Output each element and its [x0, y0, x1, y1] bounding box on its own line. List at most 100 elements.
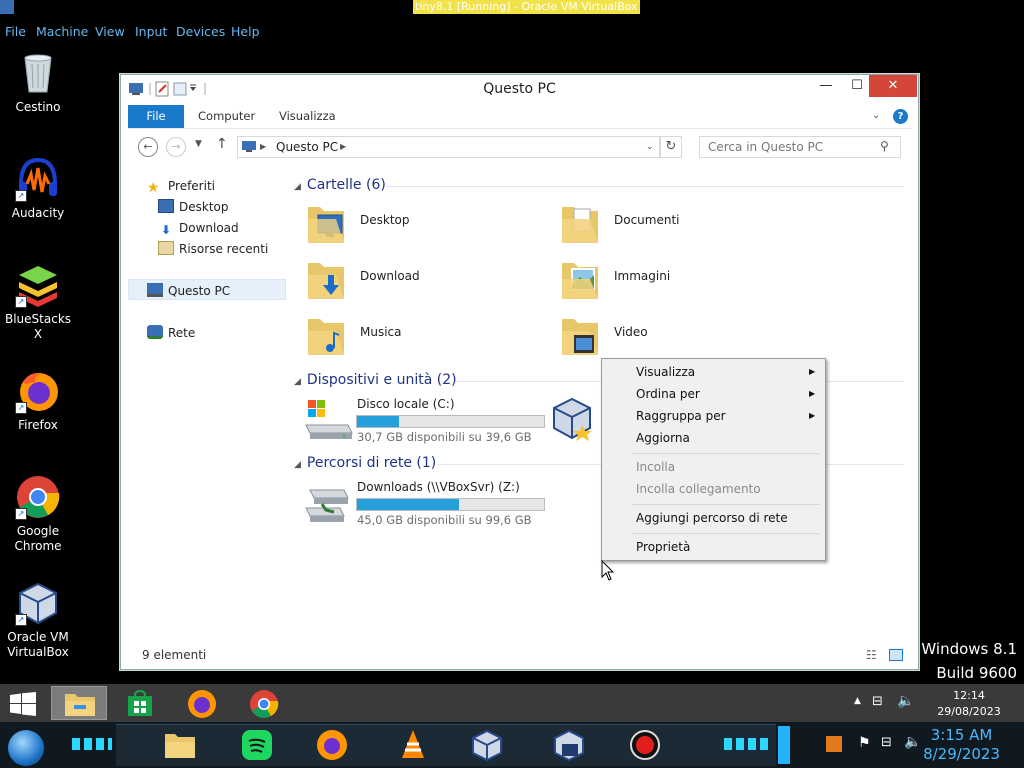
nav-network[interactable]: Rete — [147, 324, 195, 342]
vbox-menu-help[interactable]: Help — [231, 22, 260, 42]
tab-computer[interactable]: Computer — [185, 105, 268, 128]
dock-vlc[interactable] — [396, 728, 430, 762]
nav-item-label: Download — [179, 221, 239, 235]
desktop-icon-chrome[interactable]: ↗ Google Chrome — [0, 474, 76, 554]
up-button[interactable]: ↑ — [216, 136, 228, 152]
folder-download[interactable]: Download — [294, 255, 534, 305]
dock-virtualbox[interactable] — [470, 728, 504, 762]
window-title-bar[interactable]: Questo PC — ☐ ✕ — [121, 75, 918, 105]
store-icon — [128, 690, 152, 716]
vbox-menu-view[interactable]: View — [95, 22, 125, 42]
tray-app-icon[interactable] — [826, 736, 842, 752]
host-clock[interactable]: 3:15 AM 8/29/2023 — [923, 726, 1000, 764]
desktop-icon-virtualbox[interactable]: ↗ Oracle VM VirtualBox — [0, 580, 76, 660]
volume-icon[interactable]: 🔈 — [904, 734, 921, 750]
recent-locations-chevron-icon[interactable]: ▼ — [195, 139, 202, 149]
folder-video[interactable]: Video — [548, 311, 788, 361]
folder-documenti[interactable]: Documenti — [548, 199, 788, 249]
ctx-aggiorna[interactable]: Aggiorna — [636, 428, 690, 448]
ctx-incolla-collegamento[interactable]: Incolla collegamento — [636, 479, 761, 499]
record-icon — [630, 730, 660, 760]
nav-favorites-label: Preferiti — [168, 179, 215, 193]
collapse-icon[interactable]: ◢ — [294, 182, 301, 192]
virtualbox-icon: ↗ — [15, 580, 61, 626]
windows-version-watermark: Windows 8.1 — [921, 640, 1017, 658]
taskbar-explorer[interactable] — [51, 686, 107, 720]
dock-explorer[interactable] — [163, 728, 197, 762]
nav-fav-desktop[interactable]: Desktop — [158, 198, 229, 216]
nav-fav-download[interactable]: ⬇ Download — [158, 219, 239, 237]
forward-button[interactable]: → — [166, 137, 186, 157]
host-start-orb[interactable] — [8, 730, 44, 766]
nav-favorites[interactable]: ★ Preferiti — [147, 177, 215, 195]
volume-icon[interactable]: 🔈 — [897, 693, 914, 709]
vbox-menu-input[interactable]: Input — [135, 22, 167, 42]
shortcut-arrow-icon: ↗ — [15, 402, 27, 414]
search-input[interactable]: Cerca in Questo PC — [699, 136, 901, 158]
virtualbox-cd-drive[interactable] — [552, 397, 596, 443]
tab-visualizza[interactable]: Visualizza — [266, 105, 349, 128]
drive-local-c[interactable]: Disco locale (C:) 30,7 GB disponibili su… — [294, 397, 554, 449]
breadcrumb-chevron-icon[interactable]: ▶ — [340, 137, 346, 157]
vbox-menu-file[interactable]: File — [5, 22, 26, 42]
details-view-icon[interactable]: ☷ — [866, 643, 877, 667]
folder-musica[interactable]: Musica — [294, 311, 534, 361]
taskbar-chrome[interactable] — [236, 686, 292, 720]
collapse-icon[interactable]: ◢ — [294, 460, 301, 470]
section-header-network[interactable]: ◢ Percorsi di rete (1) — [294, 455, 436, 471]
ctx-visualizza[interactable]: Visualizza — [636, 362, 695, 382]
folder-label: Documenti — [614, 213, 680, 227]
desktop-icon-label: Audacity — [11, 206, 65, 220]
ctx-proprieta[interactable]: Proprietà — [636, 537, 690, 557]
host-dock-bar: ⚑ ⊟ 🔈 3:15 AM 8/29/2023 — [0, 722, 1024, 768]
network-drive-z[interactable]: Downloads (\\VBoxSvr) (Z:) 45,0 GB dispo… — [294, 480, 554, 532]
ctx-aggiungi-percorso-rete[interactable]: Aggiungi percorso di rete — [636, 508, 788, 528]
vbox-menu-devices[interactable]: Devices — [176, 22, 225, 42]
nav-fav-recent[interactable]: Risorse recenti — [158, 240, 268, 258]
show-hidden-icons-icon[interactable]: ▲ — [854, 696, 861, 706]
dock-firefox[interactable] — [315, 728, 349, 762]
chrome-icon — [250, 690, 279, 718]
dock-screen-recorder[interactable] — [628, 728, 662, 762]
start-button[interactable] — [0, 686, 46, 720]
help-icon[interactable]: ? — [893, 109, 908, 124]
dock-spotify[interactable] — [240, 728, 274, 762]
file-explorer-icon — [165, 734, 195, 758]
breadcrumb-this-pc[interactable]: Questo PC — [276, 137, 338, 157]
close-button[interactable]: ✕ — [869, 75, 917, 97]
ctx-raggruppa-per[interactable]: Raggruppa per — [636, 406, 726, 426]
section-title: Percorsi di rete (1) — [306, 455, 437, 471]
folder-label: Desktop — [360, 213, 410, 227]
nav-this-pc[interactable]: Questo PC — [147, 282, 230, 300]
desktop-icon-firefox[interactable]: ↗ Firefox — [0, 368, 76, 433]
folder-desktop[interactable]: Desktop — [294, 199, 534, 249]
address-dropdown-icon[interactable]: ⌄ — [646, 137, 654, 157]
section-header-folders[interactable]: ◢ Cartelle (6) — [294, 177, 386, 193]
back-button[interactable]: ← — [138, 137, 158, 157]
folder-immagini[interactable]: Immagini — [548, 255, 788, 305]
refresh-button[interactable]: ↻ — [660, 136, 682, 158]
ctx-ordina-per[interactable]: Ordina per — [636, 384, 700, 404]
taskbar-firefox[interactable] — [174, 686, 230, 720]
bluestacks-icon: ↗ — [15, 262, 61, 308]
downloads-folder-icon — [308, 263, 344, 299]
collapse-icon[interactable]: ◢ — [294, 377, 301, 387]
address-bar[interactable]: ▶ Questo PC ▶ ⌄ — [237, 136, 660, 158]
vbox-menu-machine[interactable]: Machine — [36, 22, 88, 42]
desktop-icon-recycle-bin[interactable]: Cestino — [0, 50, 76, 115]
desktop-icon-label: BlueStacks X — [4, 312, 72, 341]
network-tray-icon[interactable]: ⊟ — [872, 694, 883, 709]
ribbon-expand-icon[interactable]: ⌄ — [872, 110, 880, 121]
ctx-incolla[interactable]: Incolla — [636, 457, 675, 477]
taskbar-clock[interactable]: 12:14 29/08/2023 — [926, 688, 1012, 720]
documents-folder-icon — [562, 207, 598, 243]
tab-file[interactable]: File — [128, 105, 184, 128]
action-center-flag-icon[interactable]: ⚑ — [858, 735, 871, 751]
taskbar-store[interactable] — [112, 686, 168, 720]
dock-vm-tiny81[interactable] — [552, 728, 586, 762]
desktop-icon-audacity[interactable]: ↗ Audacity — [0, 156, 76, 221]
section-header-devices[interactable]: ◢ Dispositivi e unità (2) — [294, 372, 457, 388]
folder-label: Immagini — [614, 269, 671, 283]
desktop-icon-bluestacks[interactable]: ↗ BlueStacks X — [0, 262, 76, 342]
network-tray-icon[interactable]: ⊟ — [881, 735, 892, 750]
